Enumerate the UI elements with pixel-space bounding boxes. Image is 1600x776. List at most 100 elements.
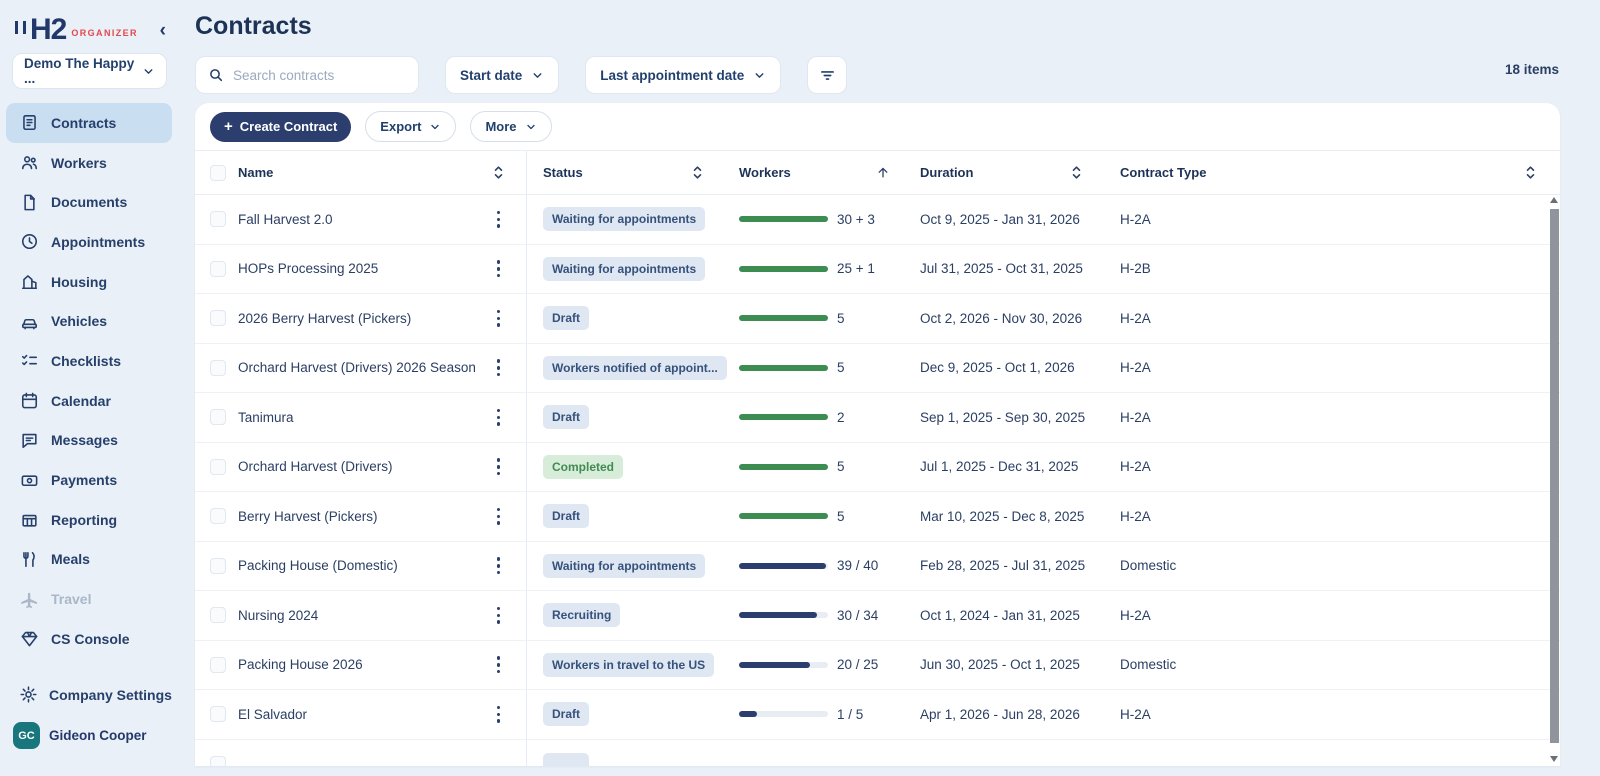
filter-row: Start date Last appointment date — [195, 56, 847, 94]
row-checkbox[interactable] — [210, 558, 226, 574]
row-checkbox[interactable] — [210, 607, 226, 623]
table-row[interactable]: El SalvadorDraft1 / 5Apr 1, 2026 - Jun 2… — [195, 690, 1560, 740]
status-badge: Draft — [543, 306, 589, 330]
contract-name[interactable]: Fall Harvest 2.0 — [238, 212, 333, 227]
row-checkbox[interactable] — [210, 261, 226, 277]
start-date-filter[interactable]: Start date — [445, 56, 559, 94]
column-header-status[interactable]: Status — [543, 165, 583, 180]
document-icon — [19, 193, 40, 212]
sidebar-item-payments[interactable]: Payments — [6, 460, 172, 500]
column-header-contract-type[interactable]: Contract Type — [1120, 165, 1206, 180]
row-menu-button[interactable] — [491, 553, 507, 579]
contract-name[interactable]: Packing House 2026 — [238, 657, 363, 672]
contract-name[interactable]: El Salvador — [238, 707, 307, 722]
contract-name[interactable]: Tanimura — [238, 410, 294, 425]
vertical-scrollbar[interactable] — [1550, 195, 1559, 766]
scrollbar-thumb[interactable] — [1550, 209, 1559, 743]
user-menu[interactable]: GC Gideon Cooper — [13, 722, 147, 749]
row-checkbox[interactable] — [210, 706, 226, 722]
scroll-up-arrow-icon[interactable] — [1550, 197, 1558, 203]
last-appointment-date-filter-label: Last appointment date — [600, 68, 744, 83]
row-menu-button[interactable] — [491, 454, 507, 480]
sidebar-item-cs-console[interactable]: CS Console — [6, 619, 172, 659]
row-checkbox[interactable] — [210, 508, 226, 524]
sidebar-item-company-settings[interactable]: Company Settings — [6, 675, 172, 715]
contract-type-cell: H-2A — [1120, 195, 1560, 244]
sidebar-collapse-button[interactable]: ‹ — [156, 21, 170, 40]
table-row[interactable]: Fall Harvest 2.0Waiting for appointments… — [195, 195, 1560, 245]
row-checkbox[interactable] — [210, 756, 226, 766]
row-menu-button[interactable] — [491, 355, 507, 381]
select-all-checkbox[interactable] — [210, 165, 226, 181]
table-row[interactable]: 2026 Berry Harvest (Pickers)Draft5Oct 2,… — [195, 294, 1560, 344]
sort-icon[interactable] — [493, 165, 504, 180]
create-contract-button[interactable]: + Create Contract — [210, 112, 351, 142]
table-row[interactable]: Orchard Harvest (Drivers) 2026 SeasonWor… — [195, 344, 1560, 394]
column-header-duration[interactable]: Duration — [920, 165, 973, 180]
last-appointment-date-filter[interactable]: Last appointment date — [585, 56, 781, 94]
row-menu-button[interactable] — [491, 256, 507, 282]
sidebar-item-label: Documents — [51, 194, 127, 210]
contract-name[interactable]: Orchard Harvest (Drivers) — [238, 459, 393, 474]
table-row[interactable]: HOPs Processing 2025Waiting for appointm… — [195, 245, 1560, 295]
sidebar-item-calendar[interactable]: Calendar — [6, 381, 172, 421]
sidebar-item-vehicles[interactable]: Vehicles — [6, 301, 172, 341]
sort-icon[interactable] — [692, 165, 703, 180]
table-row[interactable]: Packing House 2026Workers in travel to t… — [195, 641, 1560, 691]
status-badge: Draft — [543, 504, 589, 528]
sort-icon[interactable] — [1071, 165, 1082, 180]
column-header-name[interactable]: Name — [238, 165, 273, 180]
sidebar-item-travel[interactable]: Travel — [6, 579, 172, 619]
contract-name[interactable]: HOPs Processing 2025 — [238, 261, 378, 276]
row-menu-button[interactable] — [491, 652, 507, 678]
sort-ascending-icon[interactable] — [876, 165, 890, 180]
scroll-down-arrow-icon[interactable] — [1550, 756, 1558, 762]
table-row[interactable] — [195, 740, 1560, 767]
row-menu-button[interactable] — [491, 305, 507, 331]
start-date-filter-label: Start date — [460, 68, 522, 83]
sidebar-item-reporting[interactable]: Reporting — [6, 500, 172, 540]
row-checkbox[interactable] — [210, 310, 226, 326]
sidebar-item-messages[interactable]: Messages — [6, 421, 172, 461]
contract-name[interactable]: Nursing 2024 — [238, 608, 318, 623]
company-selector[interactable]: Demo The Happy ... — [12, 53, 167, 89]
sidebar-item-contracts[interactable]: Contracts — [6, 103, 172, 143]
row-menu-button[interactable] — [491, 206, 507, 232]
row-menu-button[interactable] — [491, 404, 507, 430]
row-menu-button[interactable] — [491, 701, 507, 727]
export-button[interactable]: Export — [365, 111, 456, 142]
contract-name[interactable]: Berry Harvest (Pickers) — [238, 509, 378, 524]
row-checkbox[interactable] — [210, 360, 226, 376]
search-input[interactable] — [233, 68, 406, 83]
sidebar-item-appointments[interactable]: Appointments — [6, 222, 172, 262]
sort-icon[interactable] — [1525, 165, 1536, 180]
logo-text: H2 — [30, 15, 66, 45]
row-checkbox[interactable] — [210, 459, 226, 475]
workers-progress-bar — [739, 266, 828, 272]
more-button[interactable]: More — [470, 111, 551, 142]
row-menu-button[interactable] — [491, 602, 507, 628]
contract-name[interactable]: Orchard Harvest (Drivers) 2026 Season — [238, 360, 476, 375]
table-row[interactable]: Nursing 2024Recruiting30 / 34Oct 1, 2024… — [195, 591, 1560, 641]
sidebar-item-workers[interactable]: Workers — [6, 143, 172, 183]
row-checkbox[interactable] — [210, 211, 226, 227]
more-filters-button[interactable] — [807, 56, 847, 94]
sidebar-item-documents[interactable]: Documents — [6, 182, 172, 222]
table-row[interactable]: Berry Harvest (Pickers)Draft5Mar 10, 202… — [195, 492, 1560, 542]
sidebar-item-housing[interactable]: Housing — [6, 262, 172, 302]
sidebar-item-checklists[interactable]: Checklists — [6, 341, 172, 381]
contract-name[interactable]: 2026 Berry Harvest (Pickers) — [238, 311, 411, 326]
sidebar-item-meals[interactable]: Meals — [6, 540, 172, 580]
row-menu-button[interactable] — [491, 503, 507, 529]
row-checkbox[interactable] — [210, 409, 226, 425]
row-checkbox[interactable] — [210, 657, 226, 673]
report-icon — [19, 510, 40, 529]
duration-cell: Mar 10, 2025 - Dec 8, 2025 — [920, 492, 1120, 541]
contract-type-cell: Domestic — [1120, 641, 1560, 690]
column-header-workers[interactable]: Workers — [739, 165, 791, 180]
table-row[interactable]: Packing House (Domestic)Waiting for appo… — [195, 542, 1560, 592]
duration-cell: Sep 1, 2025 - Sep 30, 2025 — [920, 393, 1120, 442]
table-row[interactable]: Orchard Harvest (Drivers)Completed5Jul 1… — [195, 443, 1560, 493]
contract-name[interactable]: Packing House (Domestic) — [238, 558, 398, 573]
table-row[interactable]: TanimuraDraft2Sep 1, 2025 - Sep 30, 2025… — [195, 393, 1560, 443]
